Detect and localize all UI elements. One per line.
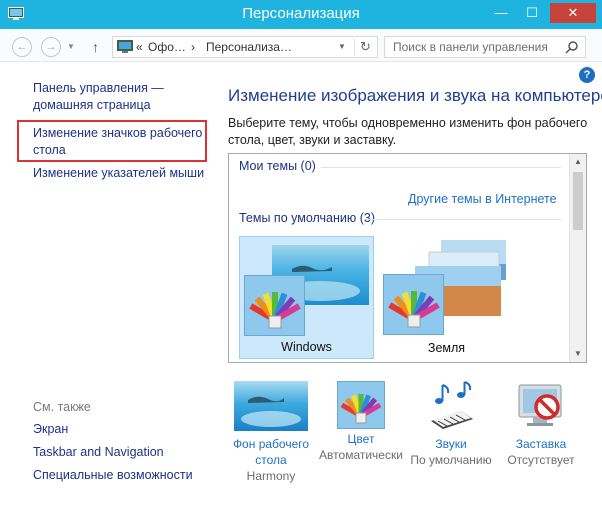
page-description: Выберите тему, чтобы одновременно измени… (228, 116, 588, 147)
theme-label: Windows (281, 340, 332, 354)
option-name: стола (255, 453, 287, 467)
sidebar-icons-line2: стола (33, 143, 66, 157)
breadcrumb-item[interactable]: Персонализа… (206, 40, 292, 54)
refresh-button[interactable]: ↻ (354, 38, 376, 56)
screensaver-icon (518, 384, 562, 426)
color-fan-icon (249, 292, 301, 329)
color-fan-icon (388, 291, 440, 328)
my-themes-heading: Мои темы (0) (239, 159, 316, 173)
option-value: Harmony (246, 469, 296, 483)
breadcrumb-item[interactable]: Офо… (148, 40, 186, 54)
control-panel-icon (117, 40, 133, 53)
close-button[interactable]: ✕ (550, 3, 596, 23)
sounds-option[interactable]: Звуки По умолчанию (404, 381, 498, 468)
default-themes-heading: Темы по умолчанию (3) (239, 211, 376, 225)
group-divider (366, 219, 561, 220)
theme-color-swatch (383, 274, 444, 335)
option-value: Отсутствует (507, 453, 575, 467)
sidebar-desktop-icons-link[interactable]: Изменение значков рабочего стола (33, 125, 202, 159)
address-dropdown-icon[interactable]: ▼ (338, 42, 346, 51)
sidebar-home-line1: Панель управления — (33, 81, 164, 95)
color-swatch (337, 381, 385, 429)
screensaver-option[interactable]: Заставка Отсутствует (494, 381, 588, 468)
group-divider (321, 167, 561, 168)
option-name: Фон рабочего (232, 437, 310, 451)
theme-label: Земля (427, 341, 466, 355)
sidebar-link-accessibility[interactable]: Специальные возможности (33, 467, 193, 484)
scroll-thumb[interactable] (573, 172, 583, 230)
wallpaper-icon (234, 381, 308, 431)
theme-earth[interactable]: Земля (379, 236, 514, 359)
search-input[interactable] (385, 37, 561, 57)
color-fan-icon (340, 394, 382, 424)
see-also-heading: См. также (33, 400, 91, 414)
search-icon[interactable] (565, 40, 579, 54)
minimize-button[interactable]: — (486, 3, 516, 23)
scroll-down-icon[interactable]: ▼ (570, 346, 586, 362)
theme-list-scrollbar[interactable]: ▲ ▼ (569, 154, 586, 362)
option-name: Заставка (515, 437, 567, 451)
address-bar[interactable]: « Офо… › Персонализа… ▼ ↻ (112, 36, 378, 58)
theme-windows[interactable]: Windows (239, 236, 374, 359)
recent-locations-icon[interactable]: ▼ (67, 42, 75, 51)
sidebar-link-display[interactable]: Экран (33, 421, 68, 438)
theme-list[interactable]: Мои темы (0) Другие темы в Интернете Тем… (228, 153, 587, 363)
sidebar-link-taskbar[interactable]: Taskbar and Navigation (33, 444, 164, 461)
maximize-button[interactable]: ☐ (517, 3, 547, 23)
forward-button[interactable]: → (41, 37, 61, 57)
theme-color-swatch (244, 275, 305, 336)
desktop-background-option[interactable]: Фон рабочего стола Harmony (224, 381, 318, 484)
option-name: Звуки (435, 437, 467, 451)
help-icon[interactable]: ? (579, 67, 595, 83)
up-button[interactable]: ↑ (92, 39, 99, 55)
option-name: Цвет (347, 432, 375, 446)
page-title: Изменение изображения и звука на компьют… (228, 86, 602, 105)
sidebar-icons-line1: Изменение значков рабочего (33, 126, 203, 140)
sidebar-mouse-pointers-link[interactable]: Изменение указателей мыши (33, 165, 204, 182)
breadcrumb-prefix-icon[interactable]: « (136, 40, 143, 54)
search-box[interactable] (384, 36, 586, 58)
breadcrumb-separator-icon: › (191, 40, 195, 54)
back-button[interactable]: ← (12, 37, 32, 57)
title-bar: Персонализация — ☐ ✕ (0, 0, 602, 29)
sidebar-home-line2: домашняя страница (33, 98, 151, 112)
scroll-up-icon[interactable]: ▲ (570, 154, 586, 170)
color-option[interactable]: Цвет Автоматически (314, 381, 408, 463)
option-value: Автоматически (319, 448, 403, 462)
online-themes-link[interactable]: Другие темы в Интернете (408, 192, 557, 206)
sidebar-home-link[interactable]: Панель управления — домашняя страница (33, 80, 164, 114)
navigation-bar: ← → ▼ ↑ « Офо… › Персонализа… ▼ ↻ (0, 29, 602, 62)
sounds-icon (431, 381, 473, 429)
option-value: По умолчанию (410, 453, 492, 467)
